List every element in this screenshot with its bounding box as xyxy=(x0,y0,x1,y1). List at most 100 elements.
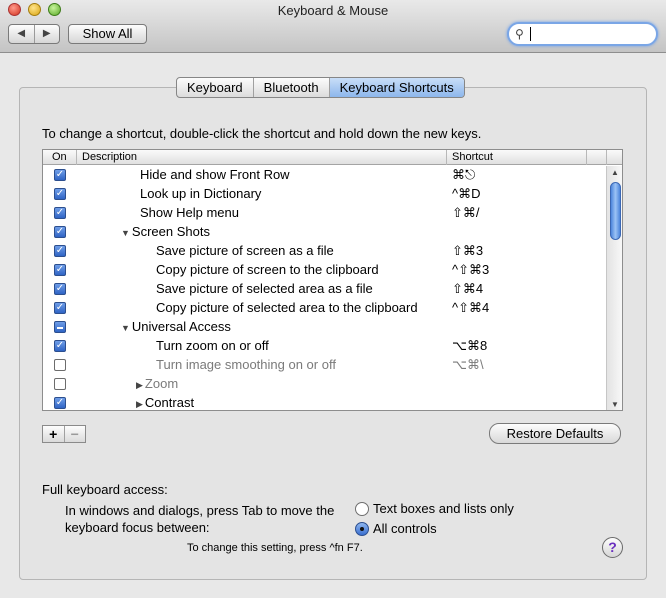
window-title: Keyboard & Mouse xyxy=(277,3,389,18)
table-row[interactable]: ✓ Hide and show Front Row ⌘⎋ xyxy=(43,166,606,185)
shortcut-description: Copy picture of selected area to the cli… xyxy=(156,300,418,315)
shortcut-label: Look up in Dictionary xyxy=(140,186,262,201)
enable-checkbox[interactable]: ✓ xyxy=(54,226,66,238)
shortcut-keys[interactable]: ⇧⌘4 xyxy=(452,281,483,297)
radio-label: All controls xyxy=(373,521,437,536)
radio-button-selected[interactable] xyxy=(355,522,369,536)
enable-checkbox[interactable]: ✓ xyxy=(54,169,66,181)
shortcut-description: Save picture of screen as a file xyxy=(156,243,334,258)
table-row[interactable]: Turn image smoothing on or off ⌥⌘\ xyxy=(43,356,606,375)
radio-text-boxes-only[interactable]: Text boxes and lists only xyxy=(355,501,514,516)
shortcuts-table: On Description Shortcut ✓ Hide and show F… xyxy=(42,149,623,411)
table-row[interactable]: ✓ Show Help menu ⇧⌘/ xyxy=(43,204,606,223)
table-row[interactable]: ▼ Universal Access xyxy=(43,318,606,337)
shortcut-label: Zoom xyxy=(144,376,179,391)
add-shortcut-button[interactable]: + xyxy=(43,426,65,442)
column-header-shortcut[interactable]: Shortcut xyxy=(447,150,587,165)
table-row[interactable]: ✓ Copy picture of screen to the clipboard… xyxy=(43,261,606,280)
shortcut-description: Show Help menu xyxy=(140,205,239,220)
search-icon: ⚲ xyxy=(515,27,524,41)
disclosure-collapsed-icon[interactable]: ▶ xyxy=(136,399,143,409)
vertical-scrollbar[interactable]: ▲ ▼ xyxy=(606,166,622,410)
disclosure-expanded-icon[interactable]: ▼ xyxy=(121,323,130,333)
column-header-description[interactable]: Description xyxy=(77,150,447,165)
table-row[interactable]: ✓ Look up in Dictionary ^⌘D xyxy=(43,185,606,204)
instruction-text: To change a shortcut, double-click the s… xyxy=(42,126,482,141)
shortcut-description: ▶ Zoom xyxy=(136,376,178,391)
column-header-extra xyxy=(587,150,607,165)
enable-checkbox[interactable] xyxy=(54,359,66,371)
table-row[interactable]: ▶ Zoom xyxy=(43,375,606,394)
shortcut-description: ▶ Contrast xyxy=(136,395,194,410)
help-button[interactable]: ? xyxy=(602,537,623,558)
shortcut-label: Screen Shots xyxy=(131,224,210,239)
shortcut-keys[interactable]: ⇧⌘/ xyxy=(452,205,480,221)
shortcut-label: Universal Access xyxy=(131,319,231,334)
scroll-thumb[interactable] xyxy=(610,182,621,240)
disclosure-collapsed-icon[interactable]: ▶ xyxy=(136,380,143,390)
enable-checkbox[interactable]: ✓ xyxy=(54,302,66,314)
enable-checkbox[interactable]: ✓ xyxy=(54,245,66,257)
shortcut-label: Save picture of screen as a file xyxy=(156,243,334,258)
add-remove-control: + − xyxy=(42,425,86,443)
scroll-down-arrow-icon[interactable]: ▼ xyxy=(611,400,619,409)
shortcut-keys[interactable]: ⌥⌘\ xyxy=(452,357,484,373)
back-forward-control: ◀ ▶ xyxy=(8,24,60,44)
column-header-on[interactable]: On xyxy=(43,150,77,165)
enable-checkbox[interactable]: ✓ xyxy=(54,283,66,295)
disclosure-expanded-icon[interactable]: ▼ xyxy=(121,228,130,238)
radio-all-controls[interactable]: All controls xyxy=(355,521,437,536)
enable-checkbox[interactable]: ✓ xyxy=(54,188,66,200)
shortcut-description: ▼ Universal Access xyxy=(121,319,231,334)
radio-button-off[interactable] xyxy=(355,502,369,516)
enable-checkbox[interactable] xyxy=(54,321,66,333)
full-keyboard-access-label: Full keyboard access: xyxy=(42,482,168,497)
tab-bluetooth[interactable]: Bluetooth xyxy=(254,78,330,97)
back-arrow-icon[interactable]: ◀ xyxy=(9,25,35,43)
shortcut-description: Turn image smoothing on or off xyxy=(156,357,336,372)
shortcut-label: Save picture of selected area as a file xyxy=(156,281,373,296)
shortcut-label: Copy picture of screen to the clipboard xyxy=(156,262,379,277)
shortcut-label: Turn image smoothing on or off xyxy=(156,357,336,372)
shortcut-label: Copy picture of selected area to the cli… xyxy=(156,300,418,315)
shortcut-keys[interactable]: ^⌘D xyxy=(452,186,481,202)
window-toolbar: Keyboard & Mouse ◀ ▶ Show All ⚲ xyxy=(0,0,666,53)
tab-keyboard-shortcuts[interactable]: Keyboard Shortcuts xyxy=(329,78,464,97)
shortcut-keys[interactable]: ^⇧⌘3 xyxy=(452,262,489,278)
shortcut-label: Turn zoom on or off xyxy=(156,338,269,353)
remove-shortcut-button[interactable]: − xyxy=(65,426,86,442)
table-row[interactable]: ✓ ▼ Screen Shots xyxy=(43,223,606,242)
shortcut-keys[interactable]: ⌥⌘8 xyxy=(452,338,487,354)
shortcut-keys[interactable]: ⇧⌘3 xyxy=(452,243,483,259)
full-keyboard-access-description: In windows and dialogs, press Tab to mov… xyxy=(65,503,335,535)
tab-keyboard[interactable]: Keyboard xyxy=(177,78,254,97)
table-row[interactable]: ✓ Save picture of screen as a file ⇧⌘3 xyxy=(43,242,606,261)
enable-checkbox[interactable]: ✓ xyxy=(54,397,66,409)
keyboard-access-note: To change this setting, press ^fn F7. xyxy=(187,542,363,554)
enable-checkbox[interactable]: ✓ xyxy=(54,264,66,276)
table-row[interactable]: ✓ Turn zoom on or off ⌥⌘8 xyxy=(43,337,606,356)
radio-label: Text boxes and lists only xyxy=(373,501,514,516)
shortcut-description: Save picture of selected area as a file xyxy=(156,281,373,296)
scroll-up-arrow-icon[interactable]: ▲ xyxy=(611,168,619,177)
table-row[interactable]: ✓ Save picture of selected area as a file… xyxy=(43,280,606,299)
table-row[interactable]: ✓ ▶ Contrast xyxy=(43,394,606,410)
enable-checkbox[interactable] xyxy=(54,378,66,390)
tab-bar: Keyboard Bluetooth Keyboard Shortcuts xyxy=(176,77,465,98)
table-header: On Description Shortcut xyxy=(43,150,622,165)
search-field[interactable]: ⚲ xyxy=(507,22,658,46)
restore-defaults-button[interactable]: Restore Defaults xyxy=(489,423,621,444)
forward-arrow-icon[interactable]: ▶ xyxy=(35,25,60,43)
shortcut-description: Turn zoom on or off xyxy=(156,338,269,353)
shortcut-label: Contrast xyxy=(144,395,195,410)
show-all-button[interactable]: Show All xyxy=(68,24,147,44)
enable-checkbox[interactable]: ✓ xyxy=(54,340,66,352)
shortcut-description: ▼ Screen Shots xyxy=(121,224,210,239)
text-cursor xyxy=(530,27,531,41)
table-row[interactable]: ✓ Copy picture of selected area to the cl… xyxy=(43,299,606,318)
shortcut-keys[interactable]: ⌘⎋ xyxy=(452,167,475,183)
shortcut-label: Show Help menu xyxy=(140,205,239,220)
enable-checkbox[interactable]: ✓ xyxy=(54,207,66,219)
shortcut-description: Copy picture of screen to the clipboard xyxy=(156,262,379,277)
shortcut-keys[interactable]: ^⇧⌘4 xyxy=(452,300,489,316)
